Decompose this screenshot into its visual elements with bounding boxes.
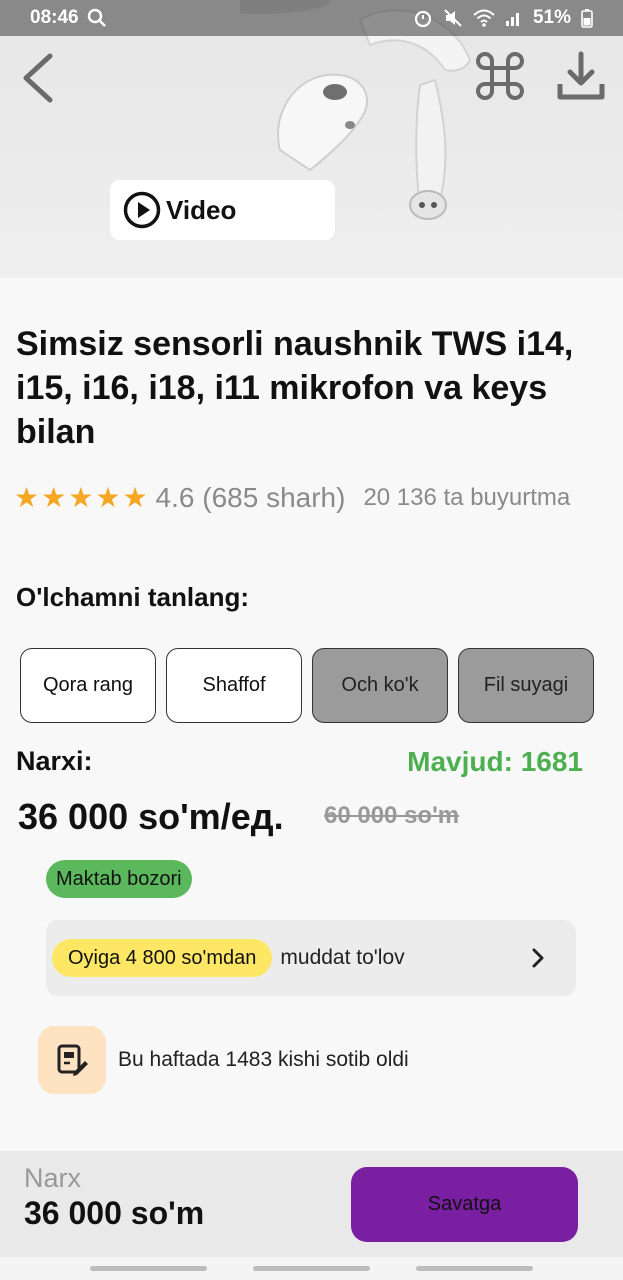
option-label-text: Fil suyagi bbox=[483, 674, 569, 696]
installment-pill: Oyiga 4 800 so'mdan bbox=[52, 939, 273, 977]
video-button[interactable]: Video bbox=[110, 180, 335, 240]
old-price: 60 000 so'm bbox=[324, 802, 460, 829]
signal-icon bbox=[505, 13, 519, 26]
bottom-purchase-bar: Narx 36 000 so'm Savatga bbox=[0, 1151, 623, 1257]
battery-icon bbox=[581, 9, 593, 28]
option-qora-rang[interactable]: Qora rang bbox=[20, 648, 156, 723]
installment-banner[interactable]: Oyiga 4 800 so'mdan muddat to'lov bbox=[46, 920, 576, 996]
nav-home[interactable] bbox=[253, 1266, 370, 1271]
product-title: Simsiz sensorli naushnik TWS i14, i15, i… bbox=[16, 325, 574, 451]
battery-percent: 51% bbox=[532, 7, 571, 28]
weekly-buyers: Bu haftada 1483 kishi sotib oldi bbox=[38, 1026, 409, 1094]
chevron-right-icon bbox=[532, 948, 544, 968]
wifi-icon bbox=[473, 9, 495, 27]
current-price: 36 000 so'm/ед. bbox=[18, 796, 284, 837]
option-label-text: Shaffof bbox=[202, 674, 266, 696]
share-command-icon[interactable] bbox=[474, 50, 526, 102]
add-to-cart-label: Savatga bbox=[427, 1193, 502, 1215]
price-label: Narxi: bbox=[16, 746, 93, 776]
star-icon: ★ bbox=[41, 482, 67, 513]
back-arrow-icon[interactable] bbox=[18, 50, 62, 106]
option-shaffof[interactable]: Shaffof bbox=[166, 648, 302, 723]
status-time: 08:46 bbox=[30, 7, 79, 28]
installment-pill-text: Oyiga 4 800 so'mdan bbox=[68, 946, 257, 969]
option-label: O'lchamni tanlang: bbox=[16, 582, 249, 612]
weekly-buyers-text: Bu haftada 1483 kishi sotib oldi bbox=[118, 1048, 409, 1071]
bottom-price-value: 36 000 so'm bbox=[24, 1195, 205, 1231]
promo-badge-label: Maktab bozori bbox=[56, 867, 182, 890]
stock-count: Mavjud: 1681 bbox=[407, 746, 583, 777]
alarm-icon bbox=[414, 10, 432, 28]
receipt-edit-icon bbox=[38, 1026, 106, 1094]
nav-recent[interactable] bbox=[90, 1266, 207, 1271]
promo-badge[interactable]: Maktab bozori bbox=[46, 860, 192, 898]
star-icon: ★ bbox=[122, 482, 148, 513]
option-label-text: Qora rang bbox=[42, 674, 134, 696]
option-label-text: Och ko'k bbox=[341, 674, 419, 696]
option-och-kok[interactable]: Och ko'k bbox=[312, 648, 448, 723]
video-label: Video bbox=[166, 194, 237, 225]
download-icon[interactable] bbox=[556, 50, 606, 102]
star-icon: ★ bbox=[68, 482, 94, 513]
star-icon: ★ bbox=[95, 482, 121, 513]
play-circle-icon bbox=[123, 191, 161, 229]
bottom-price-label: Narx bbox=[24, 1163, 82, 1193]
rating-text: 4.6 (685 sharh) bbox=[155, 482, 346, 513]
product-image-gallery[interactable]: 08:46 51% Video bbox=[0, 0, 623, 278]
option-list: Qora rang Shaffof Och ko'k Fil suyagi bbox=[20, 648, 594, 723]
nav-back[interactable] bbox=[416, 1266, 533, 1271]
search-icon bbox=[87, 8, 106, 27]
rating-row[interactable]: ★ ★ ★ ★ ★ 4.6 (685 sharh) 20 136 ta buyu… bbox=[14, 482, 614, 514]
system-nav-bar bbox=[0, 1257, 623, 1280]
status-bar: 08:46 51% bbox=[0, 0, 623, 36]
add-to-cart-button[interactable]: Savatga bbox=[351, 1167, 578, 1242]
mute-icon bbox=[444, 9, 462, 27]
star-icon: ★ bbox=[14, 482, 40, 513]
rating-stars: ★ ★ ★ ★ ★ bbox=[14, 482, 148, 514]
installment-text: muddat to'lov bbox=[280, 946, 405, 969]
orders-count: 20 136 ta buyurtma bbox=[363, 484, 571, 511]
option-fil-suyagi[interactable]: Fil suyagi bbox=[458, 648, 594, 723]
